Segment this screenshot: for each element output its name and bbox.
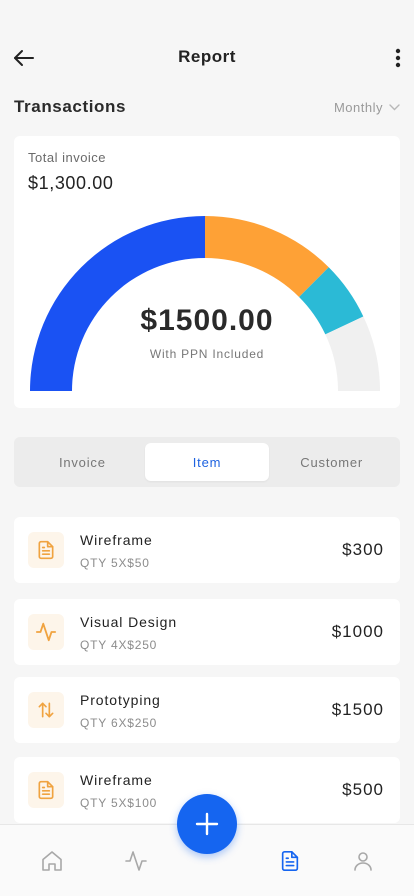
invoice-gauge-chart [30,216,380,391]
tab-customer[interactable]: Customer [269,443,394,481]
home-icon [42,851,62,871]
gauge-segment-1 [205,216,329,297]
item-name: Visual Design [80,614,178,630]
item-amount: $500 [342,780,384,799]
nav-profile[interactable] [349,847,377,875]
gauge-total: $1500.00 [140,304,274,337]
item-amount: $300 [342,540,384,559]
item-amount: $1500 [331,700,384,719]
item-name: Prototyping [80,692,161,708]
item-name: Wireframe [80,532,153,548]
list-item[interactable]: Wireframe QTY 5X$50 $300 [14,517,400,583]
item-qty: QTY 6X$250 [80,716,158,730]
more-button[interactable] [388,44,408,72]
plus-icon [195,812,219,836]
nav-home[interactable] [38,847,66,875]
nav-report[interactable] [276,847,304,875]
more-vertical-icon [395,48,401,68]
section-title: Transactions [14,97,127,116]
item-amount: $1000 [331,622,384,641]
list-item[interactable]: Prototyping QTY 6X$250 $1500 [14,677,400,743]
tab-item[interactable]: Item [144,443,270,481]
period-label: Monthly [333,99,383,115]
page-title: Report [178,47,236,66]
tab-invoice[interactable]: Invoice [20,443,145,481]
report-tabs: Invoice Item Customer [14,437,400,487]
document-icon [281,851,299,871]
activity-icon [125,851,147,871]
chevron-down-icon [389,103,400,110]
section-header: Transactions Monthly [14,94,400,120]
document-icon [38,540,54,560]
gauge-subtitle: With PPN Included [149,347,265,361]
item-qty: QTY 5X$100 [80,796,158,810]
activity-icon [35,622,57,642]
item-qty: QTY 4X$250 [80,638,158,652]
period-dropdown[interactable]: Monthly [334,100,400,115]
header: Report [0,0,414,90]
item-name: Wireframe [80,772,153,788]
document-icon [38,780,54,800]
list-item[interactable]: Visual Design QTY 4X$250 $1000 [14,599,400,665]
nav-activity[interactable] [122,847,150,875]
invoice-summary-card: Total invoice $1,300.00 $1500.00 With PP… [14,136,400,408]
add-button[interactable] [177,794,237,854]
arrows-up-down-icon [38,702,54,718]
item-qty: QTY 5X$50 [80,556,150,570]
user-icon [354,852,372,871]
